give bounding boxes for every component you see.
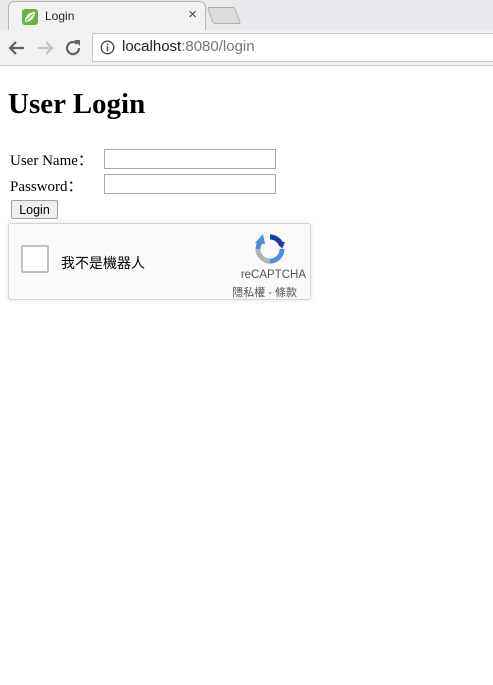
terms-link[interactable]: 條款 bbox=[275, 287, 297, 299]
recaptcha-links: 隱私權 - 條款 bbox=[232, 284, 297, 300]
tab-title: Login bbox=[45, 9, 75, 23]
reload-icon bbox=[65, 40, 81, 56]
recaptcha-logo-icon bbox=[255, 234, 285, 264]
page-content: User Login User Name： Password： Login 我不… bbox=[0, 66, 493, 685]
page-title: User Login bbox=[8, 88, 146, 120]
browser-toolbar: localhost:8080/login bbox=[0, 30, 493, 66]
recaptcha-checkbox-label: 我不是機器人 bbox=[61, 255, 145, 271]
username-input[interactable] bbox=[104, 149, 276, 169]
password-label: Password： bbox=[10, 179, 83, 195]
reload-button[interactable] bbox=[62, 37, 84, 59]
username-row: User Name： bbox=[10, 149, 102, 170]
url-path: :8080/login bbox=[181, 38, 255, 55]
recaptcha-brand: reCAPTCHA bbox=[240, 269, 306, 281]
url-host: localhost bbox=[122, 38, 182, 55]
new-tab-button[interactable] bbox=[206, 7, 242, 24]
back-arrow-icon bbox=[8, 41, 24, 55]
forward-arrow-icon bbox=[38, 41, 54, 55]
address-bar[interactable]: localhost:8080/login bbox=[92, 33, 493, 62]
recaptcha-widget: 我不是機器人 reCAPTCHA 隱私權 - 條款 bbox=[8, 223, 311, 300]
tab-login[interactable]: Login × bbox=[8, 1, 206, 31]
password-row: Password： bbox=[10, 175, 102, 196]
back-button[interactable] bbox=[6, 37, 28, 59]
username-label: User Name： bbox=[10, 153, 93, 169]
password-input[interactable] bbox=[104, 174, 276, 194]
url-text[interactable]: localhost:8080/login bbox=[122, 38, 255, 55]
login-button[interactable]: Login bbox=[11, 200, 58, 219]
close-icon[interactable]: × bbox=[188, 6, 197, 23]
info-icon[interactable] bbox=[100, 40, 115, 55]
forward-button[interactable] bbox=[34, 37, 56, 59]
link-separator: - bbox=[265, 287, 275, 299]
tab-strip: Login × bbox=[0, 0, 493, 31]
privacy-link[interactable]: 隱私權 bbox=[232, 287, 265, 299]
leaf-icon bbox=[22, 9, 38, 25]
browser-chrome: Login × localhost:8080/login bbox=[0, 0, 493, 66]
recaptcha-checkbox[interactable] bbox=[21, 245, 49, 273]
